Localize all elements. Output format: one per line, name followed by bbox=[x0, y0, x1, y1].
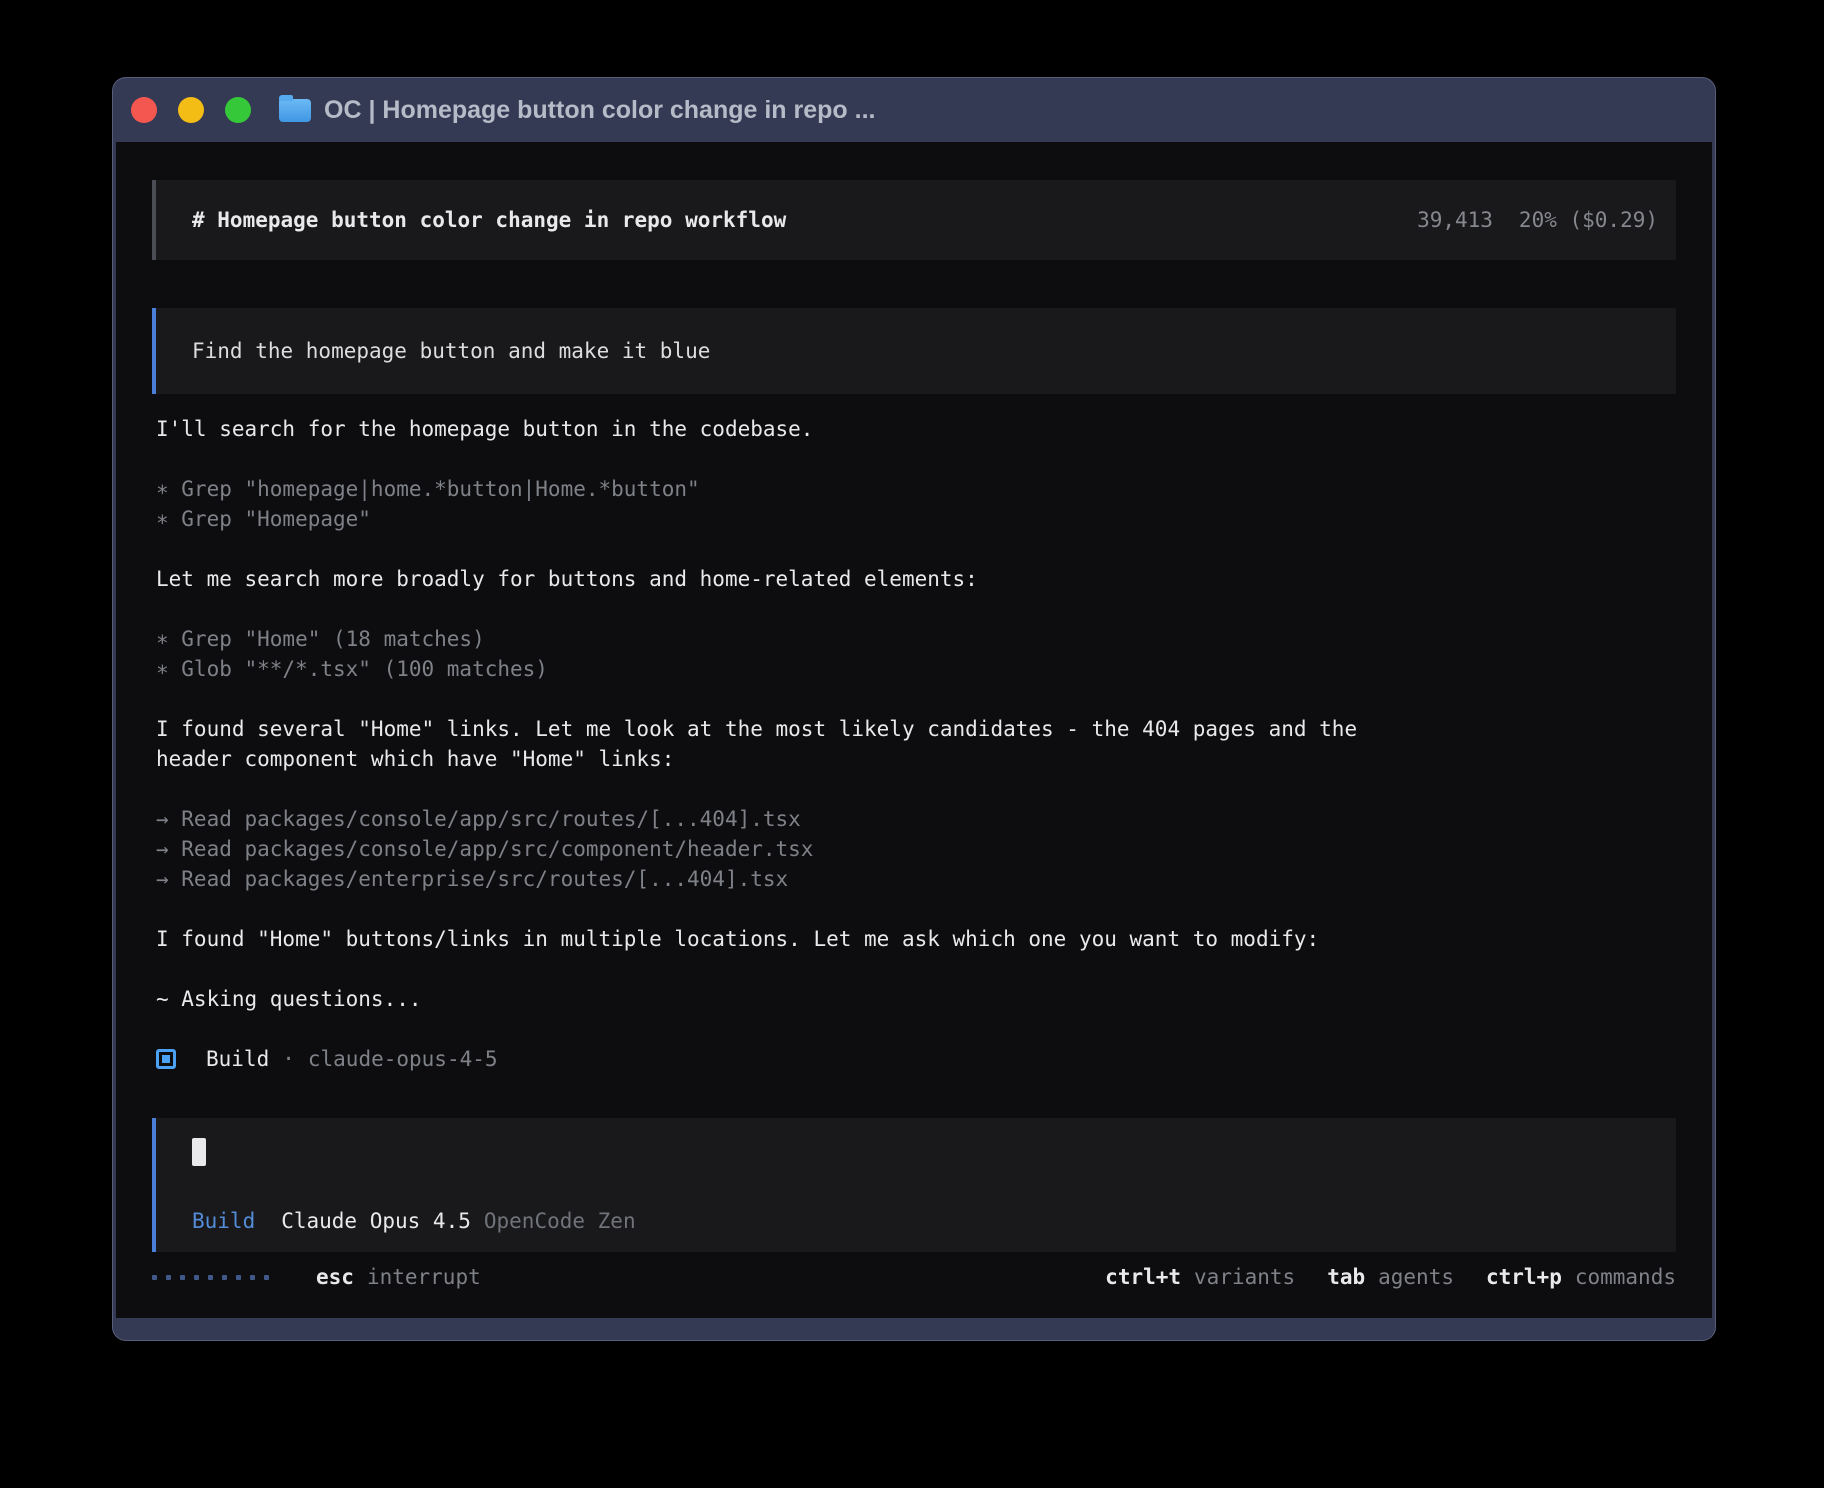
status-left: esc interrupt bbox=[152, 1262, 481, 1292]
maximize-button[interactable] bbox=[225, 97, 251, 123]
prompt-input[interactable]: Build Claude Opus 4.5 OpenCode Zen bbox=[152, 1118, 1676, 1252]
transcript-line: Let me search more broadly for buttons a… bbox=[156, 564, 1676, 594]
agents-label: agents bbox=[1378, 1262, 1454, 1292]
transcript-line: I found several "Home" links. Let me loo… bbox=[156, 714, 1676, 744]
status-bar: esc interrupt ctrl+t variants tab agents… bbox=[152, 1262, 1676, 1292]
tool-calls: ∗ Grep "homepage|home.*button|Home.*butt… bbox=[156, 474, 1676, 534]
agent-status-line: Build · claude-opus-4-5 bbox=[152, 1044, 1676, 1074]
commands-hint: ctrl+p commands bbox=[1486, 1262, 1676, 1292]
window-title: OC | Homepage button color change in rep… bbox=[324, 96, 875, 125]
tool-call-line: → Read packages/console/app/src/routes/[… bbox=[156, 804, 1676, 834]
window-controls bbox=[131, 97, 251, 123]
esc-key: esc bbox=[316, 1262, 354, 1292]
input-provider: OpenCode Zen bbox=[484, 1206, 636, 1236]
user-message: Find the homepage button and make it blu… bbox=[152, 308, 1676, 394]
tool-call-line: → Read packages/enterprise/src/routes/[.… bbox=[156, 864, 1676, 894]
agent-badge-icon bbox=[156, 1049, 176, 1069]
separator-dot: · bbox=[282, 1044, 295, 1074]
context-cost: 20% ($0.29) bbox=[1519, 205, 1658, 235]
agent-name: Build bbox=[206, 1044, 269, 1074]
assistant-text: Let me search more broadly for buttons a… bbox=[156, 564, 1676, 594]
terminal-content: # Homepage button color change in repo w… bbox=[116, 142, 1712, 1318]
input-model: Claude Opus 4.5 bbox=[281, 1206, 471, 1236]
close-button[interactable] bbox=[131, 97, 157, 123]
variants-label: variants bbox=[1194, 1262, 1295, 1292]
window-bottom-strip bbox=[113, 1318, 1715, 1340]
esc-hint: esc interrupt bbox=[316, 1262, 481, 1292]
agent-model: claude-opus-4-5 bbox=[308, 1044, 498, 1074]
tool-call-line: ∗ Grep "Home" (18 matches) bbox=[156, 624, 1676, 654]
token-count: 39,413 bbox=[1417, 205, 1493, 235]
status-right: ctrl+t variants tab agents ctrl+p comman… bbox=[1105, 1262, 1676, 1292]
session-stats: 39,413 20% ($0.29) bbox=[1417, 205, 1658, 235]
session-title: # Homepage button color change in repo w… bbox=[192, 205, 786, 235]
input-footer: Build Claude Opus 4.5 OpenCode Zen bbox=[192, 1206, 1640, 1236]
tool-calls: → Read packages/console/app/src/routes/[… bbox=[156, 804, 1676, 894]
transcript-line: ~ Asking questions... bbox=[156, 984, 1676, 1014]
tool-call-line: ∗ Grep "Homepage" bbox=[156, 504, 1676, 534]
transcript-line: header component which have "Home" links… bbox=[156, 744, 1676, 774]
tool-calls: ∗ Grep "Home" (18 matches) ∗ Glob "**/*.… bbox=[156, 624, 1676, 684]
tool-call-line: ∗ Grep "homepage|home.*button|Home.*butt… bbox=[156, 474, 1676, 504]
tool-call-line: → Read packages/console/app/src/componen… bbox=[156, 834, 1676, 864]
terminal-window: OC | Homepage button color change in rep… bbox=[112, 77, 1716, 1341]
agents-hint: tab agents bbox=[1327, 1262, 1454, 1292]
esc-label: interrupt bbox=[367, 1262, 481, 1292]
session-header: # Homepage button color change in repo w… bbox=[152, 180, 1676, 260]
variants-key: ctrl+t bbox=[1105, 1262, 1181, 1292]
assistant-text: I'll search for the homepage button in t… bbox=[156, 414, 1676, 444]
assistant-text: I found several "Home" links. Let me loo… bbox=[156, 714, 1676, 774]
assistant-status: ~ Asking questions... bbox=[156, 984, 1676, 1014]
folder-icon bbox=[279, 99, 311, 122]
input-mode: Build bbox=[192, 1206, 255, 1236]
minimize-button[interactable] bbox=[178, 97, 204, 123]
tool-call-line: ∗ Glob "**/*.tsx" (100 matches) bbox=[156, 654, 1676, 684]
agents-key: tab bbox=[1327, 1262, 1365, 1292]
spinner-dots-icon bbox=[152, 1275, 269, 1280]
transcript-line: I'll search for the homepage button in t… bbox=[156, 414, 1676, 444]
commands-label: commands bbox=[1575, 1262, 1676, 1292]
transcript-line: I found "Home" buttons/links in multiple… bbox=[156, 924, 1676, 954]
title-bar: OC | Homepage button color change in rep… bbox=[113, 78, 1715, 142]
variants-hint: ctrl+t variants bbox=[1105, 1262, 1295, 1292]
text-cursor bbox=[192, 1138, 206, 1166]
commands-key: ctrl+p bbox=[1486, 1262, 1562, 1292]
assistant-transcript: I'll search for the homepage button in t… bbox=[152, 414, 1676, 1044]
assistant-text: I found "Home" buttons/links in multiple… bbox=[156, 924, 1676, 954]
user-message-text: Find the homepage button and make it blu… bbox=[192, 336, 710, 366]
